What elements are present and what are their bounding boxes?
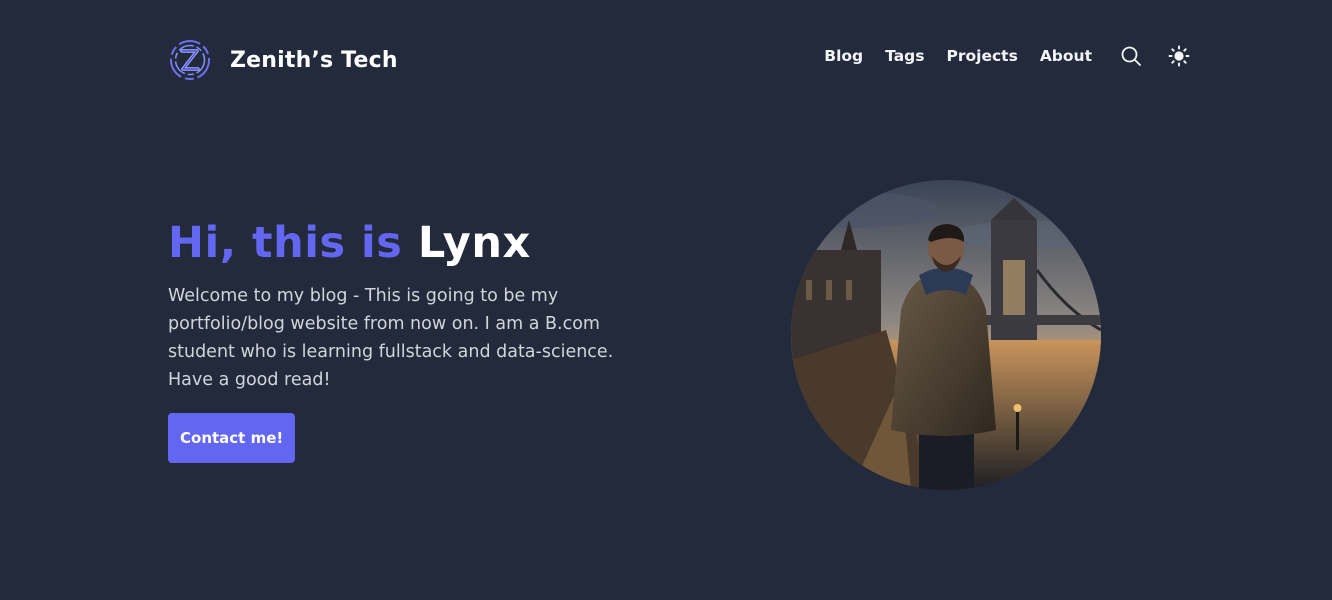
- hero-name: Lynx: [417, 218, 531, 268]
- z-logo-icon: [170, 40, 210, 80]
- contact-button[interactable]: Contact me!: [168, 413, 296, 463]
- brand-link[interactable]: Zenith’s Tech: [168, 38, 398, 82]
- site-header: Zenith’s Tech Blog Tags Projects About: [168, 34, 1192, 86]
- hero-greeting: Hi, this is: [168, 218, 403, 268]
- nav-link-projects[interactable]: Projects: [947, 47, 1018, 65]
- hero-intro: Welcome to my blog - This is going to be…: [168, 286, 614, 390]
- search-button[interactable]: [1118, 43, 1144, 69]
- hero-section: Hi, this is Lynx Welcome to my blog - Th…: [168, 214, 668, 463]
- nav-link-blog[interactable]: Blog: [824, 47, 863, 65]
- nav-link-about[interactable]: About: [1040, 47, 1092, 65]
- nav-link-tags[interactable]: Tags: [885, 47, 924, 65]
- sun-icon: [1168, 45, 1190, 67]
- main-nav: Blog Tags Projects About: [824, 43, 1192, 69]
- search-icon: [1121, 46, 1141, 66]
- brand-name: Zenith’s Tech: [230, 47, 398, 73]
- hero-headline: Hi, this is Lynx: [168, 214, 668, 272]
- profile-photo: [791, 180, 1101, 490]
- theme-toggle-button[interactable]: [1166, 43, 1192, 69]
